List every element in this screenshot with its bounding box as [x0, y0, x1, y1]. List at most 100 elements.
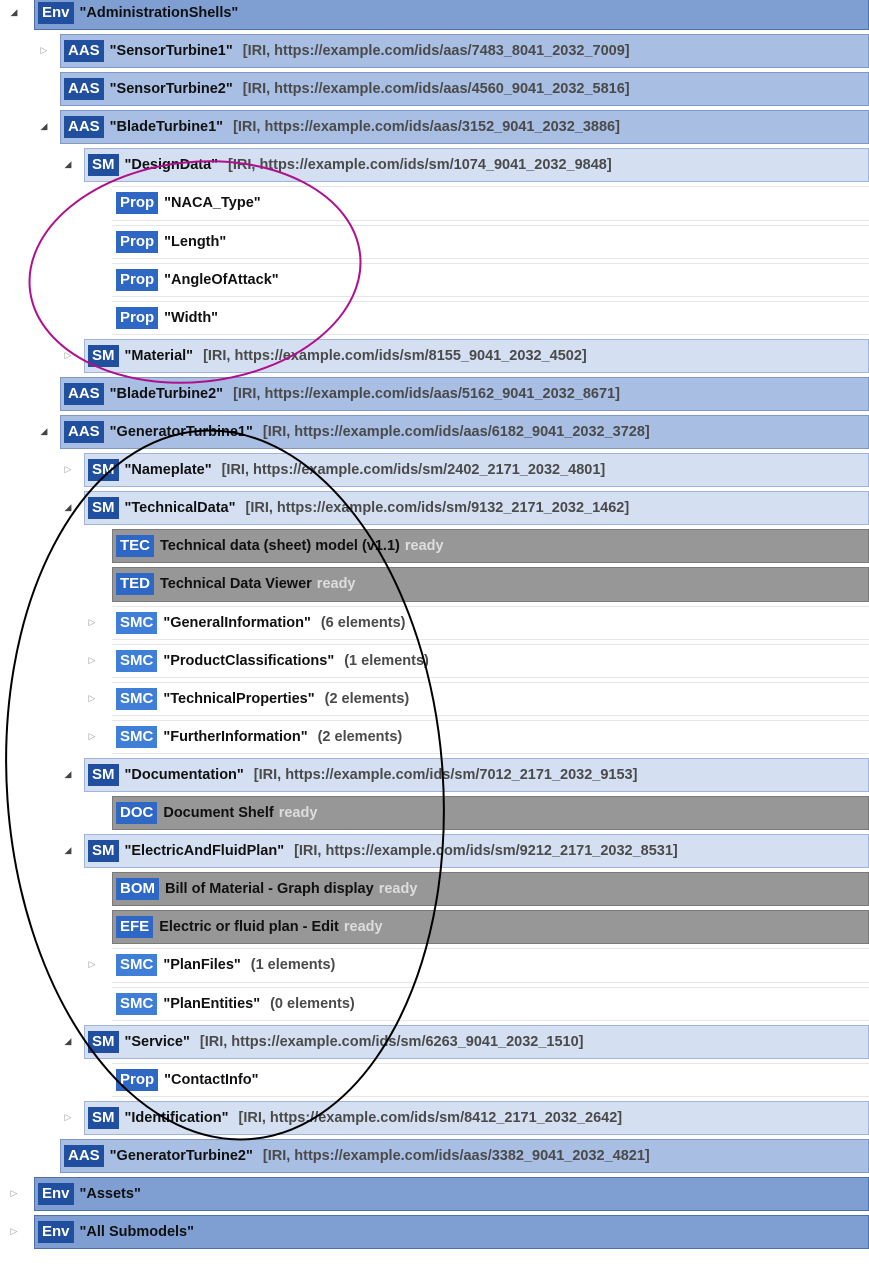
tree-node[interactable]: Prop "AngleOfAttack" [0, 261, 869, 299]
tree-node[interactable]: TEC Technical data (sheet) model (v1.1) re… [0, 527, 869, 565]
tree-node[interactable]: ▷ SM "Identification" [IRI, https://example… [0, 1099, 869, 1137]
expand-arrow-icon[interactable]: ▷ [85, 642, 99, 680]
tree-node-content: SMC "TechnicalProperties" (2 elements) [116, 680, 409, 718]
collapse-arrow-icon[interactable]: ◢ [61, 756, 75, 794]
node-type-badge: AAS [64, 40, 104, 63]
plugin-status: ready [404, 538, 444, 555]
tree-node[interactable]: ◢ AAS "BladeTurbine1" [IRI, https://example… [0, 108, 869, 146]
expand-arrow-icon[interactable]: ▷ [61, 451, 75, 489]
node-type-badge: EFE [116, 916, 154, 939]
collapse-arrow-icon[interactable]: ◢ [61, 1023, 75, 1061]
node-name: "All Submodels" [79, 1224, 194, 1241]
collapse-arrow-icon[interactable]: ◢ [61, 489, 75, 527]
tree-node-content: SM "Service" [IRI, https://example.com/ids… [88, 1023, 584, 1061]
node-name: "Identification" [124, 1109, 229, 1126]
expand-arrow-icon[interactable]: ▷ [37, 32, 51, 70]
tree-node[interactable]: AAS "BladeTurbine2" [IRI, https://example.… [0, 375, 869, 413]
tree-node[interactable]: Prop "ContactInfo" [0, 1061, 869, 1099]
tree-node[interactable]: TED Technical Data Viewer ready [0, 565, 869, 603]
tree-node[interactable]: ▷ SMC "ProductClassifications" (1 elements) [0, 642, 869, 680]
tree-node-content: DOC Document Shelf ready [116, 794, 317, 832]
node-type-badge: SMC [116, 954, 158, 977]
tree-node-content: SMC "FurtherInformation" (2 elements) [116, 718, 402, 756]
tree-node[interactable]: ◢ SM "TechnicalData" [IRI, https://example.… [0, 489, 869, 527]
tree-node-content: SM "Nameplate" [IRI, https://example.com/i… [88, 451, 605, 489]
expand-arrow-icon[interactable]: ▷ [61, 1099, 75, 1137]
tree-node[interactable]: ▷ Env "Assets" [0, 1175, 869, 1213]
collapse-arrow-icon[interactable]: ◢ [37, 108, 51, 146]
tree-node[interactable]: ◢ Env "AdministrationShells" [0, 0, 869, 32]
tree-node[interactable]: DOC Document Shelf ready [0, 794, 869, 832]
tree-node[interactable]: EFE Electric or fluid plan - Edit ready [0, 908, 869, 946]
tree-node[interactable]: ◢ SM "Documentation" [IRI, https://example.… [0, 756, 869, 794]
tree-node[interactable]: ▷ SMC "GeneralInformation" (6 elements) [0, 604, 869, 642]
node-name: Technical data (sheet) model (v1.1) [160, 538, 400, 555]
tree-node[interactable]: ▷ SM "Nameplate" [IRI, https://example.com/… [0, 451, 869, 489]
tree-node[interactable]: ▷ SM "Material" [IRI, https://example.com/i… [0, 337, 869, 375]
expand-arrow-icon[interactable]: ▷ [85, 604, 99, 642]
collapse-arrow-icon[interactable]: ◢ [61, 146, 75, 184]
collapse-arrow-icon[interactable]: ◢ [7, 0, 21, 32]
node-name: "Service" [124, 1033, 190, 1050]
plugin-status: ready [343, 919, 383, 936]
node-name: "SensorTurbine2" [109, 81, 233, 98]
node-info: [IRI, https://example.com/ids/aas/4560_9… [242, 81, 630, 98]
tree-node[interactable]: BOM Bill of Material - Graph display ready [0, 870, 869, 908]
node-info: [IRI, https://example.com/ids/aas/6182_9… [262, 424, 650, 441]
node-type-badge: SMC [116, 649, 158, 672]
node-info: [IRI, https://example.com/ids/aas/3152_9… [233, 119, 620, 136]
tree-node[interactable]: ◢ AAS "GeneratorTurbine1" [IRI, https://exa… [0, 413, 869, 451]
tree-node[interactable]: AAS "SensorTurbine2" [IRI, https://example… [0, 70, 869, 108]
node-info: [IRI, https://example.com/ids/sm/7012_21… [253, 766, 638, 783]
tree-node-content: Prop "ContactInfo" [116, 1061, 258, 1099]
node-name: "Nameplate" [124, 462, 212, 479]
expand-arrow-icon[interactable]: ▷ [85, 946, 99, 984]
tree-node[interactable]: ▷ SMC "PlanFiles" (1 elements) [0, 946, 869, 984]
node-name: "PlanEntities" [163, 995, 261, 1012]
tree-node[interactable]: Prop "NACA_Type" [0, 184, 869, 222]
tree-node[interactable]: ▷ SMC "TechnicalProperties" (2 elements) [0, 680, 869, 718]
tree-node-content: Prop "NACA_Type" [116, 184, 261, 222]
tree-node[interactable]: ▷ SMC "FurtherInformation" (2 elements) [0, 718, 869, 756]
tree-node-content: SMC "PlanEntities" (0 elements) [116, 985, 355, 1023]
node-info: (6 elements) [320, 614, 406, 631]
expand-arrow-icon[interactable]: ▷ [61, 337, 75, 375]
node-name: "BladeTurbine2" [109, 385, 224, 402]
expand-arrow-icon[interactable]: ▷ [85, 718, 99, 756]
tree-node-content: Env "All Submodels" [38, 1213, 194, 1251]
collapse-arrow-icon[interactable]: ◢ [37, 413, 51, 451]
node-info: (2 elements) [324, 690, 410, 707]
tree-node[interactable]: Prop "Length" [0, 223, 869, 261]
collapse-arrow-icon[interactable]: ◢ [61, 832, 75, 870]
node-name: "ProductClassifications" [163, 652, 335, 669]
node-info: [IRI, https://example.com/ids/sm/8412_21… [238, 1109, 623, 1126]
node-name: "Material" [124, 347, 194, 364]
tree-node-content: AAS "GeneratorTurbine2" [IRI, https://exam… [64, 1137, 650, 1175]
node-type-badge: SM [88, 840, 119, 863]
node-name: "Width" [164, 309, 219, 326]
expand-arrow-icon[interactable]: ▷ [7, 1213, 21, 1251]
node-name: "AngleOfAttack" [164, 271, 279, 288]
node-name: "GeneratorTurbine2" [109, 1147, 253, 1164]
tree-node[interactable]: ◢ SM "ElectricAndFluidPlan" [IRI, https://e… [0, 832, 869, 870]
node-type-badge: Env [38, 2, 74, 24]
tree-node[interactable]: ◢ SM "DesignData" [IRI, https://example.com… [0, 146, 869, 184]
tree-node-content: AAS "BladeTurbine2" [IRI, https://example.… [64, 375, 620, 413]
node-type-badge: AAS [64, 78, 104, 101]
node-name: Electric or fluid plan - Edit [159, 919, 339, 936]
node-name: "FurtherInformation" [163, 728, 308, 745]
node-info: (1 elements) [344, 652, 429, 669]
expand-arrow-icon[interactable]: ▷ [85, 680, 99, 718]
tree-node[interactable]: ▷ AAS "SensorTurbine1" [IRI, https://exampl… [0, 32, 869, 70]
tree-node[interactable]: Prop "Width" [0, 299, 869, 337]
tree-node[interactable]: AAS "GeneratorTurbine2" [IRI, https://exam… [0, 1137, 869, 1175]
node-name: "BladeTurbine1" [109, 119, 224, 136]
tree-node[interactable]: ▷ Env "All Submodels" [0, 1213, 869, 1251]
expand-arrow-icon[interactable]: ▷ [7, 1175, 21, 1213]
tree-node-content: TEC Technical data (sheet) model (v1.1) re… [116, 527, 444, 565]
node-name: "AdministrationShells" [79, 5, 239, 21]
tree-node[interactable]: ◢ SM "Service" [IRI, https://example.com/id… [0, 1023, 869, 1061]
node-name: Bill of Material - Graph display [165, 881, 374, 898]
tree-node[interactable]: SMC "PlanEntities" (0 elements) [0, 985, 869, 1023]
node-type-badge: SMC [116, 611, 158, 634]
